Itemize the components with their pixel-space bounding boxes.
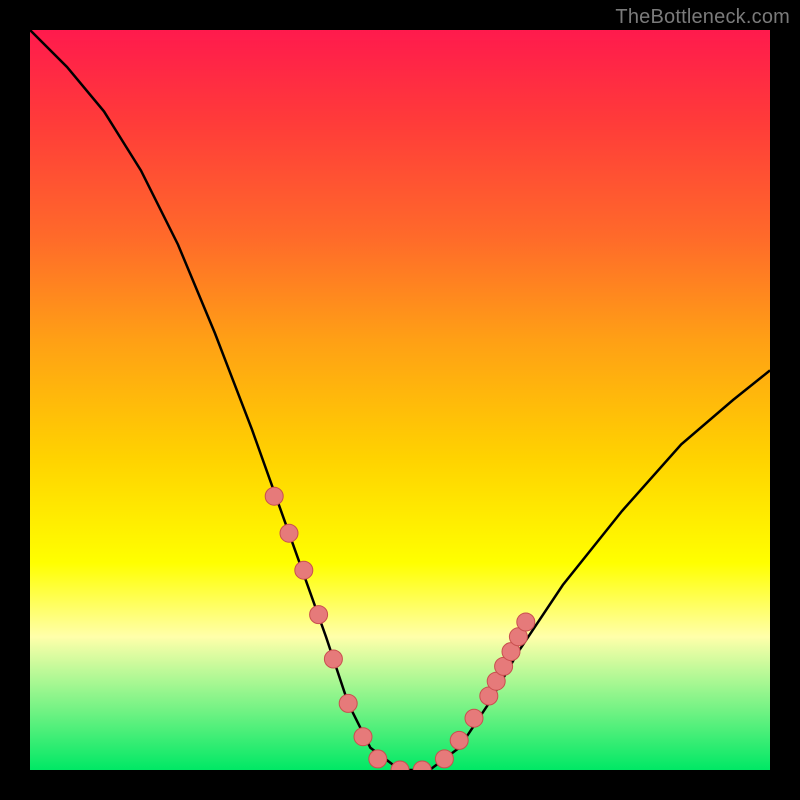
data-point bbox=[354, 728, 372, 746]
data-point bbox=[310, 606, 328, 624]
chart-frame: TheBottleneck.com bbox=[0, 0, 800, 800]
data-point bbox=[450, 731, 468, 749]
markers-layer bbox=[265, 487, 535, 770]
data-point bbox=[465, 709, 483, 727]
data-point bbox=[435, 750, 453, 768]
data-point bbox=[324, 650, 342, 668]
curve-layer bbox=[30, 30, 770, 770]
data-point bbox=[339, 694, 357, 712]
plot-area bbox=[30, 30, 770, 770]
data-point bbox=[265, 487, 283, 505]
data-point bbox=[295, 561, 313, 579]
data-point bbox=[413, 761, 431, 770]
bottleneck-curve bbox=[30, 30, 770, 770]
data-point bbox=[517, 613, 535, 631]
data-point bbox=[391, 761, 409, 770]
chart-svg bbox=[30, 30, 770, 770]
data-point bbox=[280, 524, 298, 542]
watermark-text: TheBottleneck.com bbox=[615, 6, 790, 29]
data-point bbox=[369, 750, 387, 768]
